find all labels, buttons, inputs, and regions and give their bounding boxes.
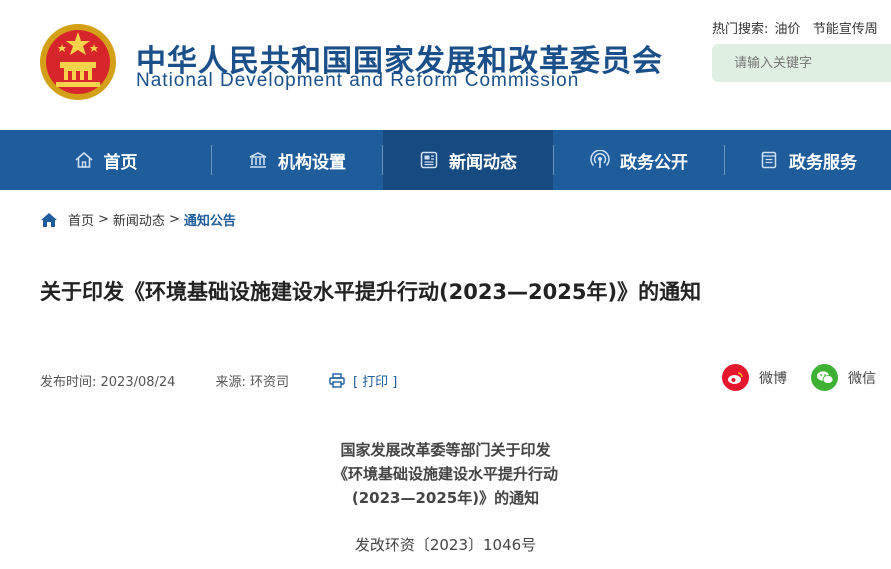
breadcrumb-home[interactable]: 首页 <box>68 210 94 229</box>
home-icon[interactable] <box>40 211 58 229</box>
nav-item-label: 首页 <box>103 152 138 173</box>
print-button[interactable]: [ 打印 ] <box>329 371 397 390</box>
main-nav: 首页 机构设置 新闻动态 政务公开 政务服务 <box>0 130 891 190</box>
nav-item-organization[interactable]: 机构设置 <box>212 130 382 190</box>
building-icon <box>249 152 267 168</box>
hot-search-label: 热门搜索: <box>712 22 769 37</box>
broadcast-icon <box>590 150 610 168</box>
doc-heading-line-2: 《环境基础设施建设水平提升行动 <box>332 465 558 483</box>
search-input[interactable] <box>712 44 891 82</box>
site-title-en: National Development and Reform Commissi… <box>136 70 580 91</box>
nav-item-services[interactable]: 政务服务 <box>725 130 891 190</box>
home-icon <box>74 151 93 168</box>
nav-item-label: 新闻动态 <box>449 152 517 173</box>
breadcrumb-news[interactable]: 新闻动态 <box>113 210 165 229</box>
hot-search: 热门搜索: 油价 节能宣传周 <box>712 18 878 37</box>
nav-item-home[interactable]: 首页 <box>0 130 211 190</box>
print-label: [ 打印 ] <box>352 375 398 390</box>
printer-icon <box>329 373 345 388</box>
site-header: 中华人民共和国国家发展和改革委员会 National Development a… <box>0 0 891 130</box>
weibo-icon <box>722 364 749 391</box>
breadcrumb-separator: > <box>168 212 180 227</box>
doc-heading-line-1: 国家发展改革委等部门关于印发 <box>340 441 551 459</box>
nav-item-news[interactable]: 新闻动态 <box>383 130 553 190</box>
doc-number: 发改环资〔2023〕1046号 <box>354 536 537 554</box>
national-emblem-icon[interactable] <box>38 22 118 102</box>
share-weibo-label: 微博 <box>759 370 787 387</box>
nav-item-label: 政务公开 <box>620 152 688 173</box>
share-weibo-button[interactable]: 微博 <box>722 364 787 391</box>
publish-time: 发布时间: 2023/08/24 <box>40 375 176 390</box>
article-title: 关于印发《环境基础设施建设水平提升行动(2023—2025年)》的通知 <box>40 280 702 304</box>
breadcrumb: 首页 > 新闻动态 > 通知公告 <box>40 210 236 229</box>
breadcrumb-notices[interactable]: 通知公告 <box>184 210 236 229</box>
share-wechat-button[interactable]: 微信 <box>811 364 876 391</box>
document-icon <box>761 151 777 169</box>
breadcrumb-separator: > <box>98 212 109 227</box>
nav-item-government-affairs[interactable]: 政务公开 <box>554 130 724 190</box>
share-wechat-label: 微信 <box>848 370 876 387</box>
nav-item-label: 政务服务 <box>789 152 857 173</box>
article-source: 来源: 环资司 <box>215 375 289 390</box>
hot-search-term-energy-week[interactable]: 节能宣传周 <box>813 22 878 37</box>
news-icon <box>420 151 438 169</box>
wechat-icon <box>811 364 838 391</box>
doc-heading-line-3: (2023—2025年)》的通知 <box>351 489 540 507</box>
nav-item-label: 机构设置 <box>278 152 346 173</box>
hot-search-term-oil-price[interactable]: 油价 <box>775 22 801 37</box>
article-meta: 发布时间: 2023/08/24 来源: 环资司 [ 打印 ] <box>40 371 397 390</box>
